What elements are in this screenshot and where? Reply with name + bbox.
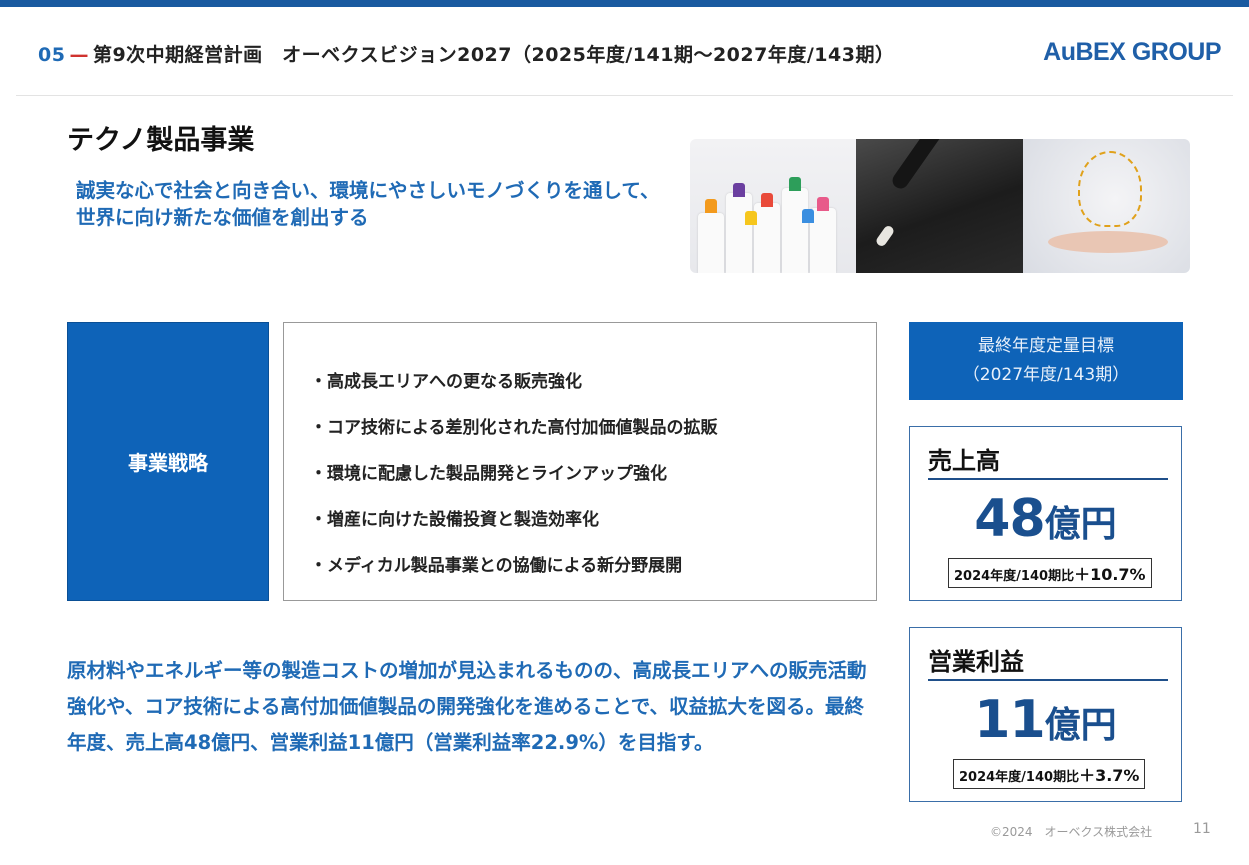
header-title-text: 第9次中期経営計画 オーベクスビジョン2027（2025年度/141期～2027… [92,44,895,66]
page-number: 11 [1193,821,1211,837]
strategy-item: ・環境に配慮した製品開発とラインアップ強化 [310,464,667,484]
header-divider [16,95,1233,96]
target-header-line2: （2027年度/143期） [962,365,1130,385]
operating-profit-compare-badge: 2024年度/140期比＋3.7% [953,759,1146,789]
pen-tip-photo [856,139,1023,273]
strategy-item: ・高成長エリアへの更なる販売強化 [310,372,582,392]
strategy-list-box: ・高成長エリアへの更なる販売強化 ・コア技術による差別化された高付加価値製品の拡… [283,322,877,601]
strategy-item: ・増産に向けた設備投資と製造効率化 [310,510,599,530]
operating-profit-kpi-value: 11億円 [910,690,1181,750]
kpi-divider [928,478,1168,480]
sales-value: 48 [974,489,1045,549]
section-title: テクノ製品事業 [67,125,255,156]
strategy-item: ・コア技術による差別化された高付加価値製品の拡販 [310,418,718,438]
sales-kpi-value: 48億円 [910,489,1181,549]
operating-profit-unit: 億円 [1044,705,1117,746]
brand-logo: AuBEX GROUP [1043,38,1221,66]
section-number: 05 [38,44,66,66]
operating-profit-compare-label: 2024年度/140期比 [959,770,1080,785]
sales-kpi-title: 売上高 [928,447,1000,475]
target-header-line1: 最終年度定量目標 [978,336,1114,356]
operating-profit-value: 11 [974,690,1045,750]
strategy-label-box: 事業戦略 [67,322,269,601]
sales-kpi-card: 売上高 48億円 2024年度/140期比＋10.7% [909,426,1182,601]
operating-profit-compare-value: ＋3.7% [1079,766,1140,785]
sales-compare-badge: 2024年度/140期比＋10.7% [948,558,1152,588]
header-title: 05— 第9次中期経営計画 オーベクスビジョン2027（2025年度/141期～2… [38,40,894,67]
sales-compare-label: 2024年度/140期比 [954,569,1075,584]
target-header: 最終年度定量目標 （2027年度/143期） [909,322,1183,400]
kpi-divider [928,679,1168,681]
footer-copyright: ©2024 オーベクス株式会社 [990,825,1153,839]
operating-profit-kpi-title: 営業利益 [928,648,1024,676]
sales-compare-value: ＋10.7% [1074,565,1146,584]
header-dash: — [69,44,89,66]
top-accent-bar [0,0,1249,7]
operating-profit-kpi-card: 営業利益 11億円 2024年度/140期比＋3.7% [909,627,1182,802]
product-photo-strip [690,139,1190,273]
strategy-list: ・高成長エリアへの更なる販売強化 ・コア技術による差別化された高付加価値製品の拡… [310,367,718,597]
section-subtitle: 誠実な心で社会と向き合い、環境にやさしいモノづくりを通して、世界に向け新たな価値… [76,179,660,229]
summary-text: 原材料やエネルギー等の製造コストの増加が見込まれるものの、高成長エリアへの販売活… [67,659,867,754]
strategy-item: ・メディカル製品事業との協働による新分野展開 [310,556,683,576]
sales-unit: 億円 [1044,504,1117,545]
lightbulb-hand-photo [1023,139,1190,273]
strategy-label: 事業戦略 [128,451,208,475]
marker-pens-photo [690,139,856,273]
